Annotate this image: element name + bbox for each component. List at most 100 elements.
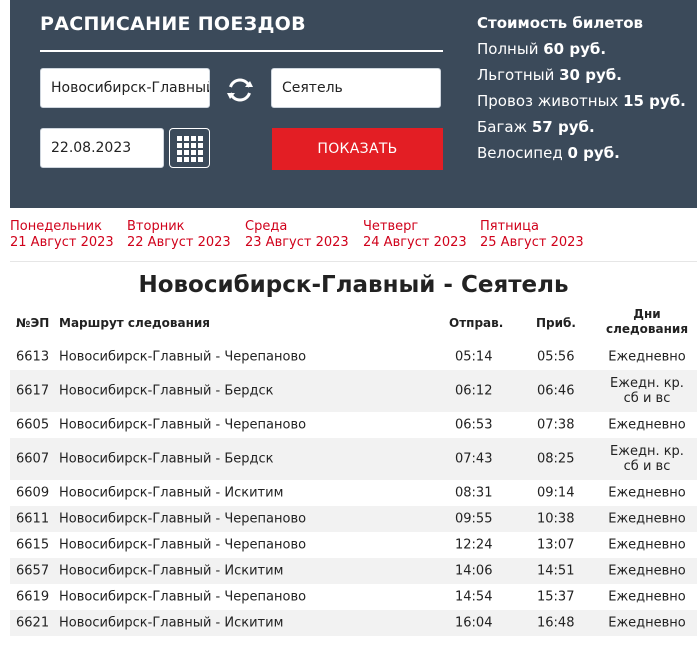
route: Новосибирск-Главный - Черепаново — [59, 511, 307, 527]
table-row: 6607 Новосибирск-Главный - Бердск 07:43 … — [10, 438, 697, 480]
route: Новосибирск-Главный - Черепаново — [59, 537, 307, 553]
day-name: Понедельник — [10, 219, 102, 234]
arrival-time: 07:38 — [537, 417, 575, 433]
departure-time: 06:53 — [455, 417, 493, 433]
price-row: Льготный 30 руб. — [477, 66, 686, 92]
day-date: 21 Август 2023 — [10, 235, 114, 250]
arrival-time: 10:38 — [537, 511, 575, 527]
day-link-tuesday[interactable]: Вторник 22 Август 2023 — [127, 219, 231, 251]
train-number: 6617 — [16, 383, 50, 399]
date-input[interactable]: 22.08.2023 — [40, 128, 164, 168]
arrival-time: 09:14 — [537, 485, 575, 501]
day-link-friday[interactable]: Пятница 25 Август 2023 — [480, 219, 584, 251]
day-selector: Понедельник 21 Август 2023 Вторник 22 Авгу… — [10, 219, 697, 253]
running-days: Ежедневно — [608, 563, 686, 579]
departure-time: 05:14 — [455, 349, 493, 365]
table-row: 6613 Новосибирск-Главный - Черепаново 05… — [10, 344, 697, 370]
arrival-time: 14:51 — [537, 563, 575, 579]
price-label: Льготный — [477, 66, 555, 84]
train-number: 6621 — [16, 615, 50, 631]
calendar-grid-icon — [177, 136, 203, 162]
table-row: 6611 Новосибирск-Главный - Черепаново 09… — [10, 506, 697, 532]
route: Новосибирск-Главный - Черепаново — [59, 417, 307, 433]
table-row: 6621 Новосибирск-Главный - Искитим 16:04… — [10, 610, 697, 636]
price-value: 30 руб. — [559, 66, 622, 84]
price-value: 60 руб. — [543, 40, 607, 58]
divider — [10, 261, 697, 262]
header-num: №ЭП — [16, 316, 50, 330]
route: Новосибирск-Главный - Черепаново — [59, 349, 307, 365]
train-number: 6615 — [16, 537, 50, 553]
price-value: 0 руб. — [567, 144, 620, 162]
search-panel: РАСПИСАНИЕ ПОЕЗДОВ Новосибирск-Главный С… — [10, 0, 697, 208]
arrival-time: 08:25 — [537, 451, 575, 467]
day-date: 24 Август 2023 — [363, 235, 467, 250]
swap-stations-icon[interactable] — [224, 74, 256, 106]
price-label: Провоз животных — [477, 92, 619, 110]
table-header: №ЭП Маршрут следования Отправ. Приб. Дни… — [10, 303, 697, 341]
route: Новосибирск-Главный - Искитим — [59, 615, 284, 631]
train-number: 6613 — [16, 349, 50, 365]
price-row: Провоз животных 15 руб. — [477, 92, 686, 118]
to-station-input[interactable]: Сеятель — [271, 68, 441, 108]
train-number: 6607 — [16, 451, 50, 467]
prices-title: Стоимость билетов — [477, 14, 644, 32]
train-number: 6605 — [16, 417, 50, 433]
table-row: 6617 Новосибирск-Главный - Бердск 06:12 … — [10, 370, 697, 412]
table-row: 6657 Новосибирск-Главный - Искитим 14:06… — [10, 558, 697, 584]
price-value: 15 руб. — [623, 92, 686, 110]
day-date: 23 Август 2023 — [245, 235, 349, 250]
train-number: 6619 — [16, 589, 50, 605]
schedule-table: 6613 Новосибирск-Главный - Черепаново 05… — [10, 344, 697, 636]
arrival-time: 05:56 — [537, 349, 575, 365]
train-number: 6657 — [16, 563, 50, 579]
departure-time: 14:54 — [455, 589, 493, 605]
price-label: Полный — [477, 40, 539, 58]
show-schedule-button[interactable]: ПОКАЗАТЬ — [272, 128, 443, 170]
price-label: Велосипед — [477, 144, 563, 162]
route: Новосибирск-Главный - Бердск — [59, 383, 274, 399]
day-date: 25 Август 2023 — [480, 235, 584, 250]
departure-time: 07:43 — [455, 451, 493, 467]
departure-time: 14:06 — [455, 563, 493, 579]
running-days: Ежедневно — [608, 589, 686, 605]
price-row: Полный 60 руб. — [477, 40, 686, 66]
departure-time: 08:31 — [455, 485, 493, 501]
price-label: Багаж — [477, 118, 528, 136]
running-days: Ежедн. кр. сб и вс — [610, 376, 684, 406]
from-station-input[interactable]: Новосибирск-Главный — [40, 68, 210, 108]
header-route: Маршрут следования — [59, 316, 210, 330]
running-days: Ежедневно — [608, 615, 686, 631]
table-row: 6619 Новосибирск-Главный - Черепаново 14… — [10, 584, 697, 610]
train-number: 6611 — [16, 511, 50, 527]
route: Новосибирск-Главный - Искитим — [59, 563, 284, 579]
header-days: Дни следования — [605, 307, 689, 336]
arrival-time: 16:48 — [537, 615, 575, 631]
table-row: 6605 Новосибирск-Главный - Черепаново 06… — [10, 412, 697, 438]
day-link-wednesday[interactable]: Среда 23 Август 2023 — [245, 219, 349, 251]
day-name: Пятница — [480, 219, 539, 234]
route-title: Новосибирск-Главный - Сеятель — [138, 272, 569, 298]
departure-time: 06:12 — [455, 383, 493, 399]
departure-time: 09:55 — [455, 511, 493, 527]
day-name: Среда — [245, 219, 288, 234]
header-arr: Приб. — [536, 316, 576, 330]
running-days: Ежедн. кр. сб и вс — [610, 444, 684, 474]
running-days: Ежедневно — [608, 349, 686, 365]
day-link-monday[interactable]: Понедельник 21 Август 2023 — [10, 219, 114, 251]
arrival-time: 06:46 — [537, 383, 575, 399]
calendar-button[interactable] — [169, 128, 210, 168]
title-divider — [40, 50, 443, 52]
route: Новосибирск-Главный - Искитим — [59, 485, 284, 501]
running-days: Ежедневно — [608, 417, 686, 433]
running-days: Ежедневно — [608, 537, 686, 553]
running-days: Ежедневно — [608, 485, 686, 501]
departure-time: 12:24 — [455, 537, 493, 553]
arrival-time: 15:37 — [537, 589, 575, 605]
running-days: Ежедневно — [608, 511, 686, 527]
panel-title: РАСПИСАНИЕ ПОЕЗДОВ — [40, 13, 306, 35]
day-link-thursday[interactable]: Четверг 24 Август 2023 — [363, 219, 467, 251]
route: Новосибирск-Главный - Черепаново — [59, 589, 307, 605]
table-row: 6615 Новосибирск-Главный - Черепаново 12… — [10, 532, 697, 558]
price-row: Велосипед 0 руб. — [477, 144, 686, 170]
